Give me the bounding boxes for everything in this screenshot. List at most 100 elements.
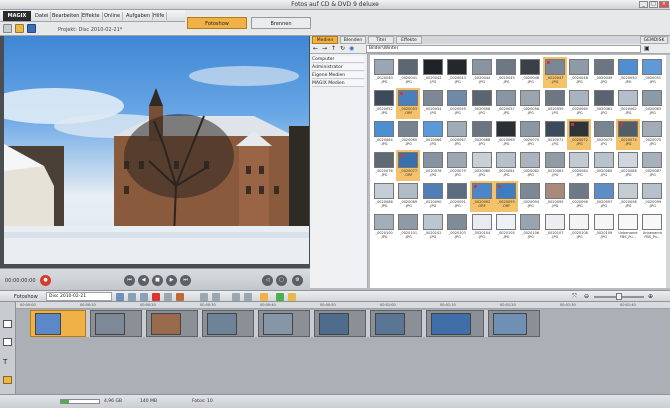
thumbnail-item[interactable]: _0020101 .JPG [396, 212, 420, 243]
thumbnail-item[interactable]: _0020054 .JPG [421, 88, 445, 119]
thumbnail-item[interactable]: _0020098 .JPG [616, 181, 640, 212]
thumbnail-item[interactable]: _0020100 .JPG [372, 212, 396, 243]
thumbnail-item[interactable]: _0020081 .JPG [494, 150, 518, 181]
timeline-clip[interactable] [314, 310, 366, 337]
thumbnail-item[interactable]: _0020041 .JPG [396, 57, 420, 88]
tree-item-magix-media[interactable]: MAGIX Medien [312, 80, 364, 87]
timeline-clip[interactable] [146, 310, 198, 337]
thumbnail-item[interactable]: _0020065 .JPG [396, 119, 420, 150]
thumbnail-item[interactable]: _0020049 .JPG [592, 57, 616, 88]
thumbnail-item[interactable]: _0020053 .ORF [396, 88, 421, 119]
tab-media[interactable]: Medien [312, 36, 338, 44]
timeline-clip[interactable] [30, 310, 86, 337]
thumbnail-item[interactable]: _0020042 .JPG [421, 57, 445, 88]
thumbnail-item[interactable]: _0020079 .JPG [445, 150, 469, 181]
thumbnail-item[interactable]: _0020103 .JPG [445, 212, 469, 243]
tab-effects[interactable]: Effekte [396, 36, 422, 44]
menu-file[interactable]: Datei [33, 12, 52, 20]
thumbnail-item[interactable]: _0020069 .JPG [494, 119, 518, 150]
menu-edit[interactable]: Bearbeiten [50, 12, 83, 20]
rotate-right-icon[interactable] [212, 293, 220, 301]
thumbnail-item[interactable]: _0020084 .JPG [567, 150, 591, 181]
music-icon[interactable] [276, 293, 284, 301]
tab-slideshow[interactable]: Fotoshow [187, 17, 247, 29]
settings-button[interactable]: ⚙ [292, 275, 303, 286]
thumbnail-item[interactable]: _0020091 .JPG [445, 181, 469, 212]
menu-tasks[interactable]: Aufgaben [124, 12, 154, 20]
thumbnail-item[interactable]: _0020040 .JPG [372, 57, 396, 88]
thumbnail-item[interactable]: _0020092 .ORF [469, 181, 494, 212]
thumbnail-item[interactable]: _0020064 .JPG [372, 119, 396, 150]
title-track-icon[interactable]: T [3, 358, 7, 366]
thumbnail-item[interactable]: _0020068 .JPG [470, 119, 494, 150]
zoom-in-icon[interactable]: ⊕ [648, 293, 653, 300]
forward-arrow-icon[interactable]: → [322, 45, 327, 52]
image-track-icon[interactable] [3, 338, 12, 346]
back-arrow-icon[interactable]: ← [313, 45, 318, 52]
thumbnail-item[interactable]: Unbenannt FBS_Pu... [616, 212, 640, 243]
paste-icon[interactable] [176, 293, 184, 301]
timeline-clip[interactable] [370, 310, 422, 337]
thumbnail-item[interactable]: _0020062 .JPG [616, 88, 640, 119]
thumbnail-item[interactable]: _0020074 .JPG [616, 119, 640, 150]
thumbnail-item[interactable]: _0020044 .JPG [470, 57, 494, 88]
thumbnail-item[interactable]: _0020050 .JPG [616, 57, 640, 88]
search-icon[interactable]: ◉ [349, 45, 354, 52]
record-button[interactable]: ● [40, 275, 51, 286]
rotate-left-icon[interactable] [200, 293, 208, 301]
up-arrow-icon[interactable]: ↑ [331, 45, 336, 52]
path-input[interactable]: Bilder\Winter [366, 45, 641, 53]
thumbnail-item[interactable]: _0020072 .JPG [567, 119, 592, 150]
folder-up-icon[interactable]: ▣ [644, 45, 650, 52]
timeline-clip[interactable] [202, 310, 254, 337]
tree-item-computer[interactable]: Computer [312, 56, 364, 63]
copy-icon[interactable] [140, 293, 148, 301]
play-button[interactable]: ▶ [166, 275, 177, 286]
thumbnail-item[interactable]: _0020102 .JPG [421, 212, 445, 243]
thumbnail-item[interactable]: Unbenannt FBS_Pu... [640, 212, 664, 243]
thumbnail-item[interactable]: _0020048 .JPG [567, 57, 591, 88]
open-folder-icon[interactable] [15, 24, 24, 33]
thumbnail-item[interactable]: _0020071 .JPG [543, 119, 567, 150]
close-button[interactable]: × [659, 1, 669, 8]
thumbnail-item[interactable]: _0020109 .JPG [592, 212, 616, 243]
thumbnail-item[interactable]: _0020095 .JPG [543, 181, 567, 212]
tab-titles[interactable]: Titel [368, 36, 394, 44]
thumbnail-item[interactable]: _0020056 .JPG [470, 88, 494, 119]
thumbnail-item[interactable]: _0020055 .JPG [445, 88, 469, 119]
thumbnail-item[interactable]: _0020060 .JPG [567, 88, 591, 119]
delete-icon[interactable] [152, 293, 160, 301]
thumbnail-item[interactable]: _0020046 .JPG [518, 57, 542, 88]
next-button[interactable]: ⏭ [180, 275, 191, 286]
thumbnail-item[interactable]: _0020082 .JPG [518, 150, 542, 181]
menu-online[interactable]: Online [102, 12, 124, 20]
thumbnail-item[interactable]: _0020088 .JPG [372, 181, 396, 212]
maximize-button[interactable]: □ [649, 1, 658, 8]
thumbnail-item[interactable]: _0020078 .JPG [421, 150, 445, 181]
tab-transitions[interactable]: Blenden [340, 36, 366, 44]
tree-item-my-media[interactable]: Eigene Medien [312, 72, 364, 79]
thumbnail-item[interactable]: _0020107 .JPG [543, 212, 567, 243]
thumbnail-item[interactable]: _0020105 .JPG [494, 212, 518, 243]
timeline-clip[interactable] [90, 310, 142, 337]
thumbnail-item[interactable]: _0020083 .JPG [543, 150, 567, 181]
thumbnail-item[interactable]: _0020087 .JPG [640, 150, 664, 181]
fit-icon[interactable] [244, 293, 252, 301]
thumbnail-item[interactable]: _0020051 .JPG [640, 57, 664, 88]
thumbnail-item[interactable]: _0020067 .JPG [445, 119, 469, 150]
thumbnail-item[interactable]: _0020058 .JPG [518, 88, 542, 119]
volume-button[interactable]: ◁ [262, 275, 273, 286]
photo-track-icon[interactable] [3, 320, 12, 328]
tab-gemdisk[interactable]: GEMDISK [640, 36, 668, 44]
thumbnail-item[interactable]: _0020052 .JPG [372, 88, 396, 119]
thumbnail-item[interactable]: _0020061 .JPG [592, 88, 616, 119]
thumbnail-item[interactable]: _0020047 .JPG [542, 57, 567, 88]
thumbnail-item[interactable]: _0020059 .JPG [543, 88, 567, 119]
thumbnail-item[interactable]: _0020077 .ORF [396, 150, 421, 181]
thumbnail-item[interactable]: _0020089 .JPG [396, 181, 420, 212]
timeline-clip[interactable] [488, 310, 540, 337]
thumbnail-item[interactable]: _0020066 .JPG [421, 119, 445, 150]
camera-icon[interactable] [116, 293, 124, 301]
cut-icon[interactable] [128, 293, 136, 301]
timeline-ruler[interactable]: 00:00:00 00:00:10 00:00:20 00:00:30 00:00:40… [16, 302, 670, 309]
